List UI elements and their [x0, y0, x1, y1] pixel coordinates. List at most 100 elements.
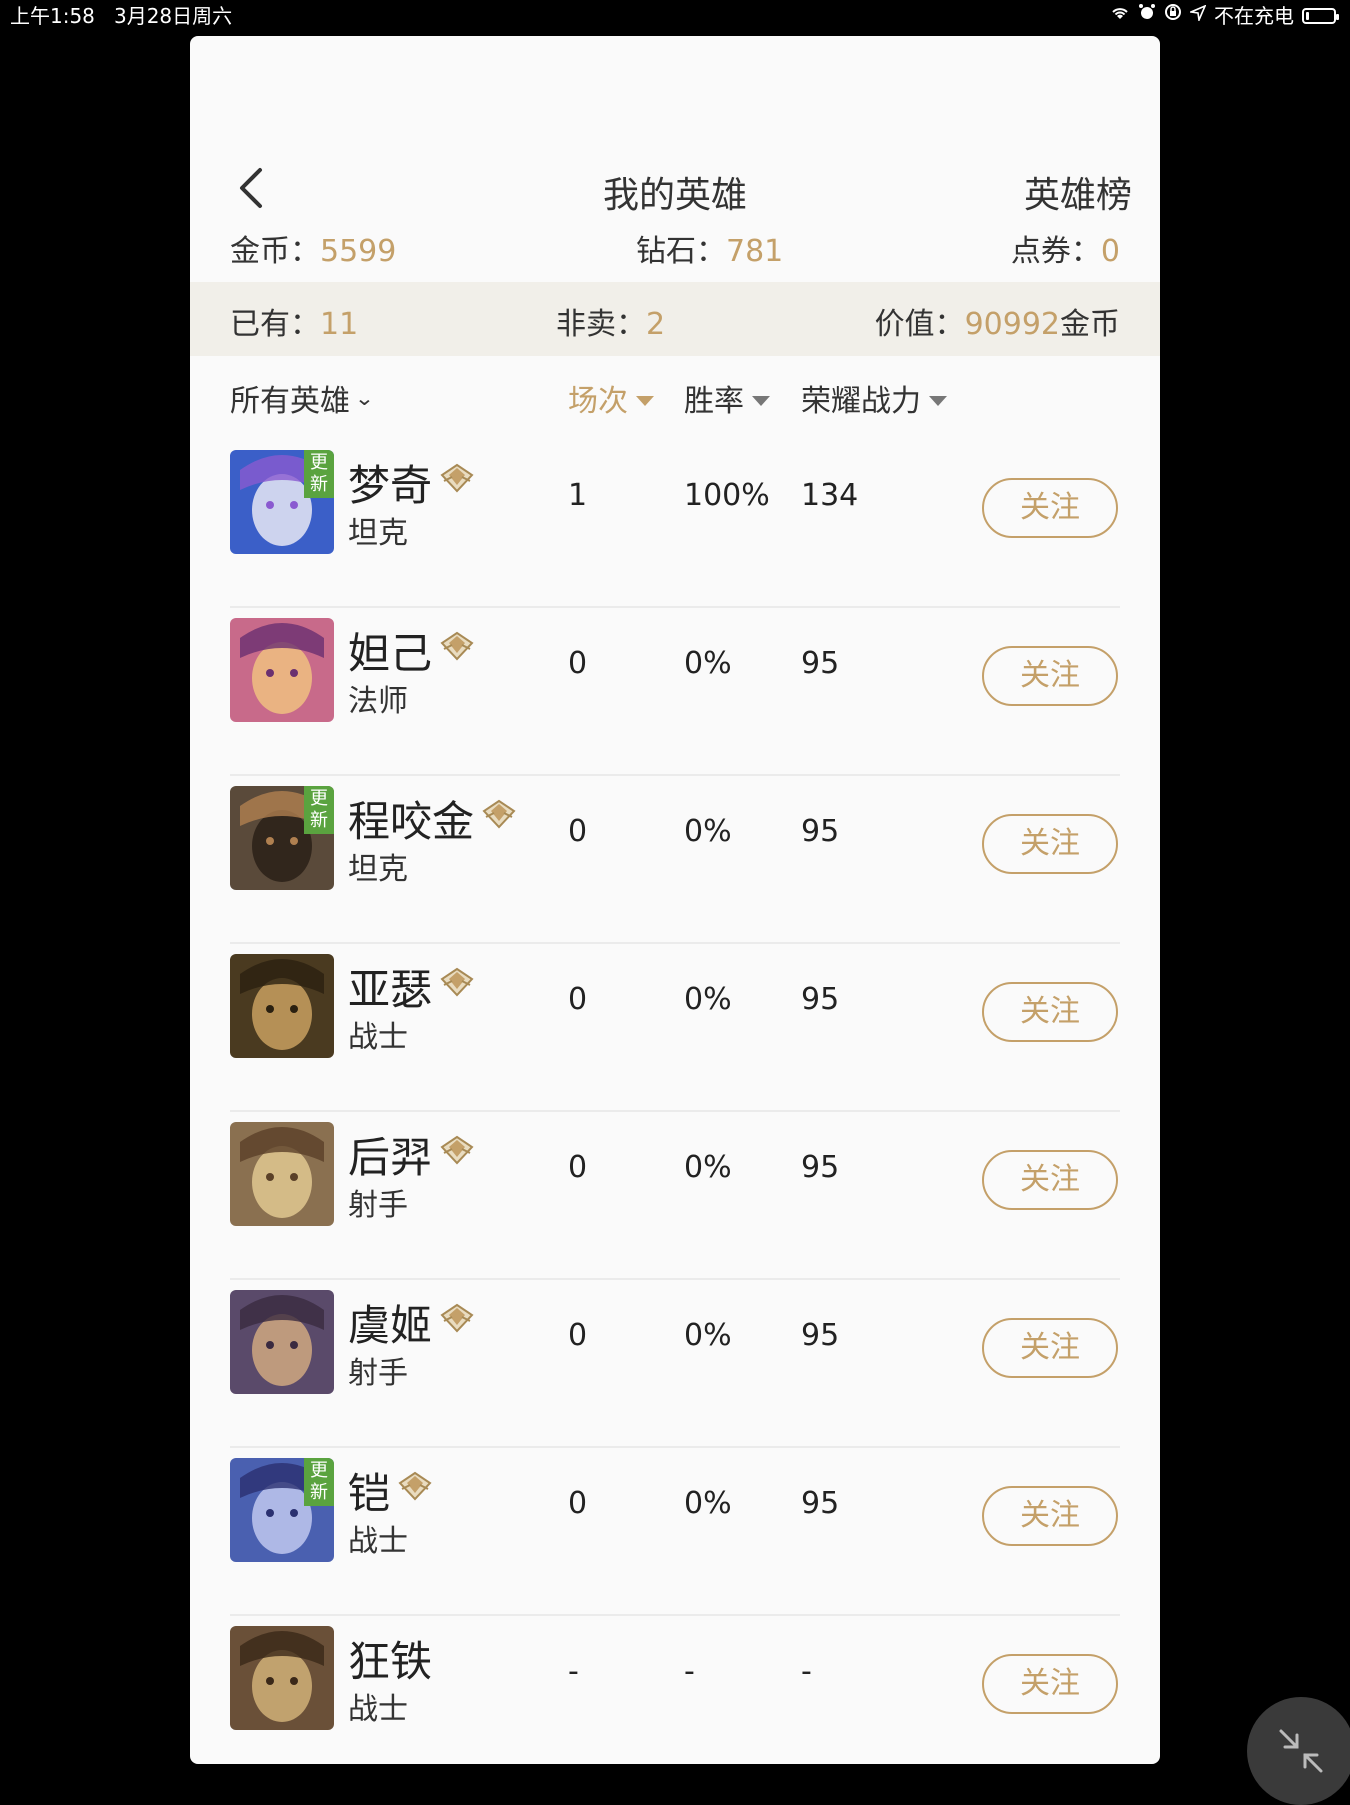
follow-button[interactable]: 关注 — [982, 478, 1118, 538]
hero-name: 妲己 — [348, 629, 433, 678]
diamond-mark-icon — [398, 1462, 432, 1511]
hero-winrate: 100% — [684, 478, 770, 513]
hero-matches: 0 — [568, 982, 588, 1017]
rotation-lock-icon — [1164, 0, 1182, 32]
voucher-label: 点券： — [1010, 234, 1101, 269]
worth-stat: 价值：90992金币 — [875, 299, 1120, 343]
owned-label: 已有： — [230, 307, 320, 342]
hero-role: 坦克 — [348, 516, 408, 551]
diamond-mark-icon — [440, 1294, 474, 1343]
worth-value: 90992 — [964, 307, 1060, 342]
hero-name: 狂铁 — [348, 1637, 433, 1686]
hero-row[interactable]: 更新 铠 战士 0 0% 95 关注 — [230, 1448, 1120, 1616]
chevron-left-icon — [240, 168, 262, 208]
collapse-button[interactable] — [1247, 1697, 1350, 1805]
hero-name-wrap: 亚瑟 — [348, 956, 474, 1017]
hero-winrate: 0% — [684, 1318, 732, 1353]
follow-button[interactable]: 关注 — [982, 982, 1118, 1042]
hero-matches: 0 — [568, 1486, 588, 1521]
hero-power: 95 — [801, 1318, 840, 1353]
hero-winrate: 0% — [684, 646, 732, 681]
sort-power-label: 荣耀战力 — [801, 384, 921, 419]
hero-name-wrap: 虞姬 — [348, 1292, 474, 1353]
hero-matches: 0 — [568, 1150, 588, 1185]
hero-name-wrap: 铠 — [348, 1460, 432, 1521]
hero-ranking-link[interactable]: 英雄榜 — [1024, 166, 1132, 218]
diamond-mark-icon — [440, 1126, 474, 1175]
gold-stat: 金币：5599 — [230, 226, 396, 270]
hero-matches: - — [568, 1654, 579, 1689]
hero-power: 95 — [801, 1486, 840, 1521]
follow-button[interactable]: 关注 — [982, 814, 1118, 874]
hero-avatar: 更新 — [230, 786, 334, 890]
battery-level — [1306, 12, 1309, 20]
diamond-mark-icon — [440, 454, 474, 503]
hero-portrait-image — [230, 1122, 334, 1226]
hero-winrate: 0% — [684, 1150, 732, 1185]
diamond-label: 钻石： — [636, 234, 726, 269]
hero-row[interactable]: 妲己 法师 0 0% 95 关注 — [230, 608, 1120, 776]
hero-row[interactable]: 后羿 射手 0 0% 95 关注 — [230, 1112, 1120, 1280]
follow-button[interactable]: 关注 — [982, 1150, 1118, 1210]
new-badge: 更新 — [304, 786, 334, 834]
hero-name: 后羿 — [348, 1133, 433, 1182]
gold-label: 金币： — [230, 234, 320, 269]
hero-row[interactable]: 亚瑟 战士 0 0% 95 关注 — [230, 944, 1120, 1112]
hero-filter-dropdown[interactable]: 所有英雄 ⌄ — [230, 376, 375, 420]
hero-power: 95 — [801, 646, 840, 681]
sort-winrate[interactable]: 胜率 — [684, 376, 770, 420]
follow-button[interactable]: 关注 — [982, 646, 1118, 706]
collapse-arrows-icon — [1279, 1729, 1323, 1773]
new-badge: 更新 — [304, 1458, 334, 1506]
hero-winrate: 0% — [684, 814, 732, 849]
hero-power: 134 — [801, 478, 859, 513]
diamond-stat: 钻石：781 — [636, 226, 783, 270]
wifi-icon — [1110, 0, 1130, 32]
owned-stat: 已有：11 — [230, 299, 358, 343]
hero-winrate: 0% — [684, 982, 732, 1017]
follow-button[interactable]: 关注 — [982, 1654, 1118, 1714]
diamond-mark-icon — [482, 790, 516, 839]
hero-portrait-image — [230, 618, 334, 722]
hero-panel: 我的英雄 英雄榜 金币：5599 钻石：781 点券：0 已有：11 非卖：2 … — [190, 36, 1160, 1764]
battery-icon — [1302, 8, 1339, 24]
hero-role: 法师 — [348, 684, 408, 719]
nav-bar: 我的英雄 英雄榜 — [190, 136, 1160, 236]
hero-avatar: 更新 — [230, 450, 334, 554]
follow-button[interactable]: 关注 — [982, 1318, 1118, 1378]
currency-bar: 金币：5599 钻石：781 点券：0 — [190, 226, 1160, 286]
hero-name: 铠 — [348, 1469, 391, 1518]
hero-row[interactable]: 更新 程咬金 坦克 0 0% 95 关注 — [230, 776, 1120, 944]
caret-down-icon — [636, 396, 654, 406]
hero-role: 射手 — [348, 1188, 408, 1223]
hero-role: 战士 — [348, 1020, 408, 1055]
diamond-value: 781 — [726, 234, 784, 269]
hero-power: 95 — [801, 814, 840, 849]
hero-avatar — [230, 1626, 334, 1730]
hero-row[interactable]: 狂铁 战士 - - - 关注 — [230, 1616, 1120, 1764]
follow-button[interactable]: 关注 — [982, 1486, 1118, 1546]
hero-name-wrap: 后羿 — [348, 1124, 474, 1185]
sort-power[interactable]: 荣耀战力 — [801, 376, 947, 420]
hero-name-wrap: 狂铁 — [348, 1628, 432, 1689]
sort-matches[interactable]: 场次 — [568, 376, 654, 420]
gold-value: 5599 — [320, 234, 397, 269]
caret-down-icon — [929, 396, 947, 406]
double-chevron-down-icon: ⌄ — [354, 386, 375, 410]
worth-label: 价值： — [874, 307, 965, 342]
hero-avatar — [230, 1122, 334, 1226]
new-badge: 更新 — [304, 450, 334, 498]
charging-status: 不在充电 — [1214, 4, 1294, 28]
filter-label: 所有英雄 — [230, 384, 350, 419]
alarm-icon — [1138, 0, 1156, 32]
hero-avatar: 更新 — [230, 1458, 334, 1562]
hero-row[interactable]: 虞姬 射手 0 0% 95 关注 — [230, 1280, 1120, 1448]
worth-unit: 金币 — [1060, 307, 1120, 342]
hero-portrait-image — [230, 954, 334, 1058]
hero-power: 95 — [801, 982, 840, 1017]
caret-down-icon — [752, 396, 770, 406]
diamond-mark-icon — [440, 958, 474, 1007]
hero-role: 战士 — [348, 1692, 408, 1727]
hero-row[interactable]: 更新 梦奇 坦克 1 100% 134 关注 — [230, 440, 1120, 608]
back-button[interactable] — [234, 164, 278, 212]
